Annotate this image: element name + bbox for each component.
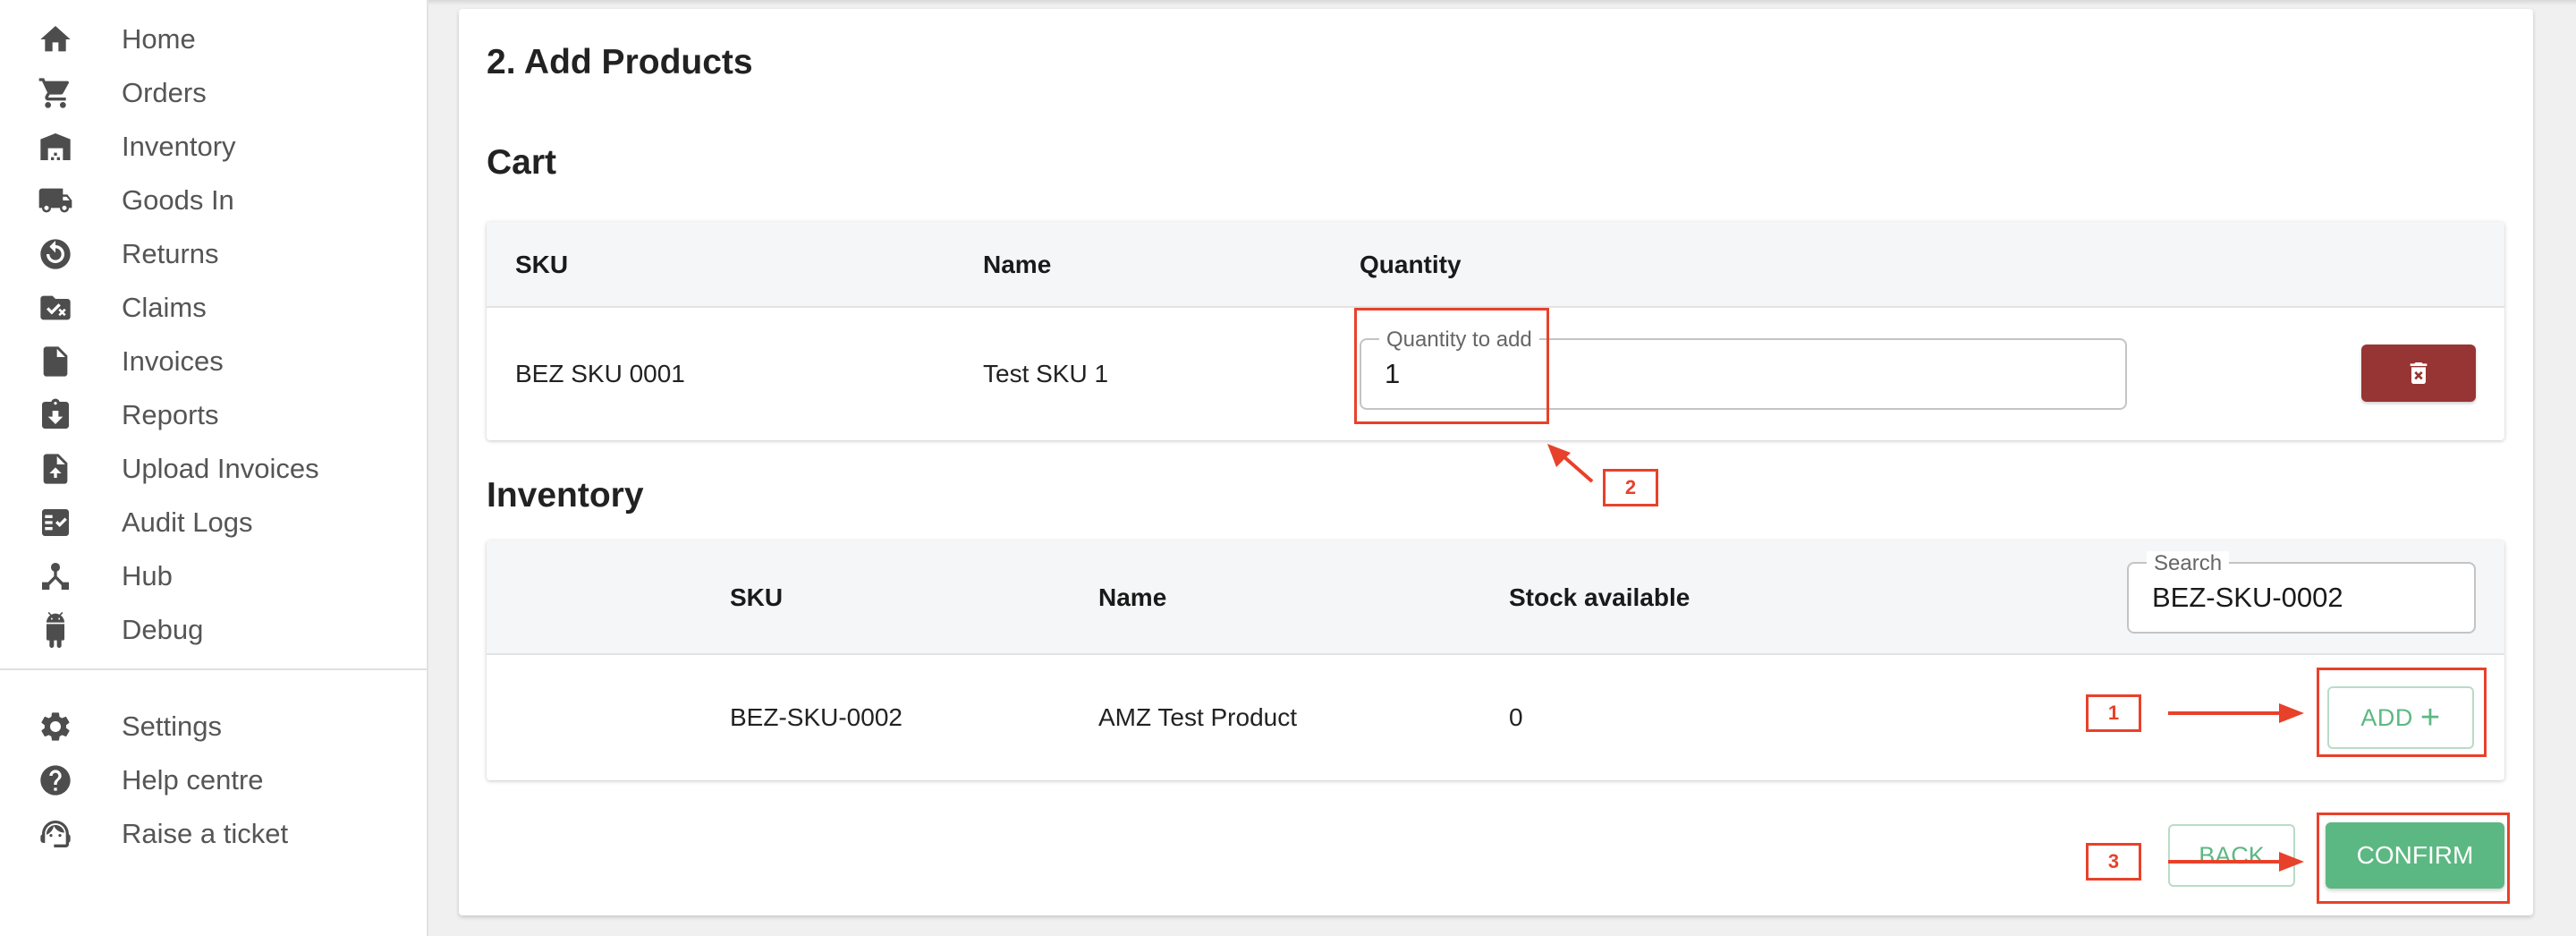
inventory-title: Inventory (487, 476, 644, 515)
android-icon (38, 612, 73, 648)
truck-icon (38, 183, 73, 218)
sidebar-item-reports[interactable]: Reports (0, 387, 428, 440)
column-header-sku: SKU (730, 583, 784, 611)
inventory-row-sku: BEZ-SKU-0002 (730, 703, 902, 731)
cart-row-sku: BEZ SKU 0001 (515, 360, 685, 387)
sidebar-item-label: Inventory (122, 131, 236, 162)
sidebar-item-label: Returns (122, 238, 219, 269)
sidebar-item-debug[interactable]: Debug (0, 601, 428, 655)
sidebar-item-label: Upload Invoices (122, 453, 319, 484)
sidebar-item-label: Hub (122, 560, 173, 591)
annotation-number-2: 2 (1603, 469, 1658, 506)
sidebar-item-label: Orders (122, 77, 207, 108)
clipboard-download-icon (38, 397, 73, 433)
sidebar-item-label: Audit Logs (122, 506, 253, 538)
sidebar-item-label: Home (122, 23, 196, 55)
sidebar-item-returns[interactable]: Returns (0, 225, 428, 279)
file-upload-icon (38, 451, 73, 487)
sidebar-item-label: Debug (122, 614, 204, 645)
inventory-row-name: AMZ Test Product (1098, 703, 1298, 731)
column-header-sku: SKU (515, 251, 569, 278)
support-agent-icon (38, 816, 73, 852)
top-app-bar-shadow (428, 0, 2576, 5)
sidebar-item-settings[interactable]: Settings (0, 698, 428, 752)
sidebar-item-label: Reports (122, 399, 219, 430)
returns-icon (38, 236, 73, 272)
sidebar-item-label: Goods In (122, 184, 234, 216)
sidebar-item-raise-ticket[interactable]: Raise a ticket (0, 805, 428, 859)
search-field[interactable]: Search (2127, 551, 2476, 634)
cart-table-header: SKU Name Quantity (487, 222, 2504, 308)
sidebar-item-claims[interactable]: Claims (0, 279, 428, 333)
column-header-stock-available: Stock available (1509, 583, 1690, 611)
sidebar-divider (0, 668, 428, 670)
cart-icon (38, 75, 73, 111)
step-title: 2. Add Products (487, 43, 753, 81)
annotation-highlight-confirm (2317, 813, 2510, 904)
sidebar-item-label: Invoices (122, 345, 224, 377)
sidebar: Home Orders Inventory Goods In Returns C… (0, 0, 428, 936)
back-button[interactable]: BACK (2168, 824, 2295, 887)
column-header-name: Name (1098, 583, 1167, 611)
document-icon (38, 344, 73, 379)
inventory-row-stock: 0 (1509, 703, 1523, 731)
sidebar-item-audit-logs[interactable]: Audit Logs (0, 494, 428, 548)
sidebar-item-goods-in[interactable]: Goods In (0, 172, 428, 225)
checklist-icon (38, 505, 73, 540)
sidebar-item-label: Claims (122, 292, 207, 323)
help-icon (38, 762, 73, 798)
search-label: Search (2147, 551, 2230, 576)
sidebar-item-help-centre[interactable]: Help centre (0, 752, 428, 805)
trash-icon (2410, 362, 2428, 384)
annotation-highlight-add (2317, 668, 2487, 757)
sidebar-item-label: Raise a ticket (122, 818, 289, 849)
delete-cart-item-button[interactable] (2361, 345, 2476, 402)
warehouse-icon (38, 129, 73, 165)
sidebar-item-invoices[interactable]: Invoices (0, 333, 428, 387)
sidebar-item-home[interactable]: Home (0, 11, 428, 64)
sidebar-item-label: Help centre (122, 764, 264, 796)
hub-icon (38, 558, 73, 594)
sidebar-item-upload-invoices[interactable]: Upload Invoices (0, 440, 428, 494)
search-input[interactable] (2152, 582, 2428, 614)
cart-row-name: Test SKU 1 (983, 360, 1109, 387)
claims-folder-icon (38, 290, 73, 326)
sidebar-item-label: Settings (122, 711, 223, 742)
annotation-highlight-quantity (1354, 308, 1549, 424)
column-header-quantity: Quantity (1360, 251, 1462, 278)
column-header-name: Name (983, 251, 1052, 278)
annotation-number-3: 3 (2086, 843, 2141, 881)
cart-title: Cart (487, 143, 557, 182)
home-icon (38, 21, 73, 57)
annotation-number-1: 1 (2086, 694, 2141, 732)
sidebar-item-orders[interactable]: Orders (0, 64, 428, 118)
sidebar-item-hub[interactable]: Hub (0, 548, 428, 601)
sidebar-item-inventory[interactable]: Inventory (0, 118, 428, 172)
gear-icon (38, 709, 73, 745)
